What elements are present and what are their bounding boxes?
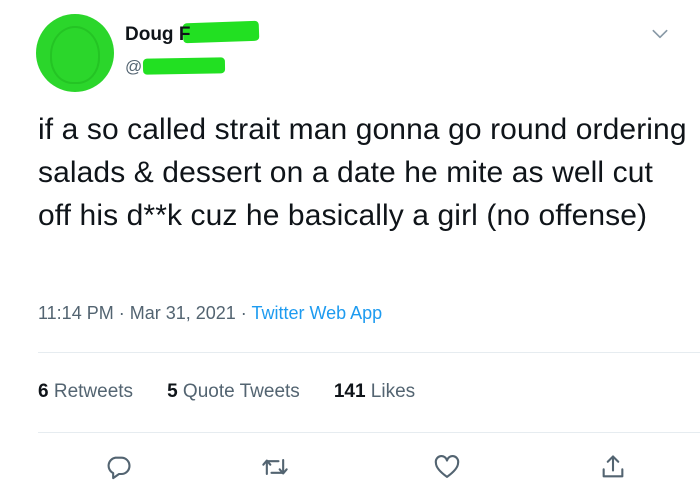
chevron-down-icon xyxy=(652,29,668,39)
quote-tweets-stat[interactable]: 5 Quote Tweets xyxy=(167,381,300,403)
likes-label: Likes xyxy=(370,381,416,402)
tweet-source-link[interactable]: Twitter Web App xyxy=(251,303,382,323)
retweet-button[interactable] xyxy=(260,452,290,482)
heart-icon xyxy=(434,455,460,478)
retweet-icon xyxy=(262,458,288,476)
reply-icon xyxy=(107,456,131,480)
likes-stat[interactable]: 141 Likes xyxy=(334,381,415,403)
tweet: Doug F @ if a so called strait man gonna… xyxy=(0,0,700,503)
reply-button[interactable] xyxy=(104,452,134,482)
author-handle[interactable]: @ xyxy=(125,57,142,77)
tweet-stats: 6 Retweets 5 Quote Tweets 141 Likes xyxy=(38,381,449,403)
avatar[interactable] xyxy=(36,14,114,92)
share-button[interactable] xyxy=(598,452,628,482)
tweet-time[interactable]: 11:14 PM xyxy=(38,303,114,323)
likes-count: 141 xyxy=(333,381,366,402)
handle-redaction-mark xyxy=(142,57,226,75)
avatar-redaction xyxy=(50,26,100,84)
divider xyxy=(38,432,700,433)
retweets-stat[interactable]: 6 Retweets xyxy=(38,381,133,403)
name-redaction-mark xyxy=(182,20,260,44)
tweet-date[interactable]: Mar 31, 2021 xyxy=(130,303,236,323)
meta-separator: · xyxy=(113,303,130,323)
retweets-label: Retweets xyxy=(53,381,134,402)
author-display-name[interactable]: Doug F xyxy=(125,24,190,46)
more-options-button[interactable] xyxy=(648,22,672,46)
divider xyxy=(38,352,700,353)
quote-tweets-count: 5 xyxy=(167,381,178,402)
tweet-text: if a so called strait man gonna go round… xyxy=(38,113,687,232)
tweet-meta: 11:14 PM · Mar 31, 2021 · Twitter Web Ap… xyxy=(38,303,382,324)
meta-separator: · xyxy=(235,303,252,323)
share-icon xyxy=(602,455,624,478)
quote-tweets-label: Quote Tweets xyxy=(182,381,300,402)
tweet-actions xyxy=(0,452,700,484)
retweets-count: 6 xyxy=(38,381,49,402)
like-button[interactable] xyxy=(432,452,462,482)
